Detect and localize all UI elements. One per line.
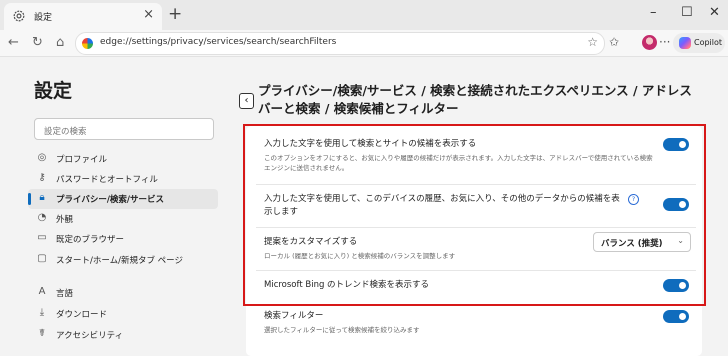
copilot-logo-icon	[679, 37, 691, 49]
lock-icon: 🔒︎	[39, 192, 45, 203]
setting-description: ローカル (履歴とお気に入り) と検索候補のバランスを調整します	[264, 252, 456, 260]
help-icon[interactable]: ?	[628, 194, 639, 205]
sidebar-item-passwords[interactable]: ⚷ パスワードとオートフィル	[28, 169, 218, 189]
settings-title: 設定	[34, 80, 73, 102]
sidebar-item-label: スタート/ホーム/新規タブ ページ	[56, 256, 184, 266]
address-bar[interactable]: edge://settings/privacy/services/search/…	[75, 32, 605, 55]
sidebar-item-profile[interactable]: ◎ プロファイル	[28, 149, 218, 169]
settings-search-input[interactable]	[42, 122, 206, 142]
sidebar-item-label: プロファイル	[56, 155, 108, 165]
tab-title: 設定	[34, 13, 53, 23]
settings-search-box[interactable]	[34, 118, 214, 142]
sidebar-item-start-home[interactable]: ▢ スタート/ホーム/新規タブ ページ	[28, 250, 218, 270]
home-nav-icon[interactable]: ⌂	[56, 35, 64, 50]
toggle-bing-trending[interactable]	[663, 279, 689, 292]
browser-toolbar: ← ↻ ⌂ edge://settings/privacy/services/s…	[0, 30, 728, 57]
row-divider	[256, 227, 696, 228]
page-title: プライバシー/検索/サービス / 検索と接続されたエクスペリエンス / アドレス…	[258, 83, 692, 116]
toggle-search-filters[interactable]	[663, 310, 689, 323]
url-text[interactable]: edge://settings/privacy/services/search/…	[100, 37, 336, 47]
sidebar-item-label: 外観	[56, 215, 74, 225]
home-icon: ▢	[37, 253, 47, 264]
title-bar: 設定 × + – ☐ ✕	[0, 0, 728, 30]
profile-avatar-icon[interactable]	[642, 35, 657, 50]
select-value: バランス (推奨)	[601, 239, 663, 249]
browser-tab[interactable]: 設定 ×	[4, 3, 162, 30]
setting-title: 検索フィルター	[264, 311, 324, 321]
sidebar-item-label: 既定のブラウザー	[56, 235, 125, 245]
more-menu-icon[interactable]: ···	[659, 35, 670, 49]
close-tab-icon[interactable]: ×	[143, 7, 154, 22]
sidebar-item-label: アクセシビリティ	[56, 331, 124, 341]
copilot-label: Copilot	[694, 38, 723, 47]
setting-row-bing-trending: Microsoft Bing のトレンド検索を表示する	[264, 279, 694, 292]
refresh-icon[interactable]: ↻	[32, 35, 43, 50]
appearance-icon: ◔	[37, 212, 47, 223]
chevron-down-icon: ⌄	[677, 236, 684, 245]
browser-icon: ▭	[37, 232, 47, 243]
back-button[interactable]: ‹	[239, 93, 254, 109]
settings-sidebar: 設定 ◎ プロファイル ⚷ パスワードとオートフィル 🔒︎ プライバシー/検索/…	[20, 56, 218, 352]
minimize-button[interactable]: –	[650, 5, 657, 20]
sidebar-item-label: 言語	[56, 289, 74, 299]
profile-icon: ◎	[37, 152, 47, 163]
new-tab-button[interactable]: +	[168, 4, 182, 24]
setting-title: 入力した文字を使用して、このデバイスの履歴、お気に入り、その他のデータからの候補…	[264, 194, 620, 217]
settings-gear-icon	[13, 10, 25, 22]
row-divider	[256, 184, 696, 185]
row-divider	[256, 270, 696, 271]
favorites-icon[interactable]: ✩	[609, 35, 619, 49]
accessibility-icon: ☤	[38, 328, 46, 339]
edge-icon	[82, 38, 93, 49]
sidebar-item-downloads[interactable]: ⤓ ダウンロード	[28, 304, 218, 324]
close-window-button[interactable]: ✕	[709, 5, 720, 20]
copilot-button[interactable]: Copilot	[673, 33, 725, 53]
sidebar-item-label: パスワードとオートフィル	[56, 175, 158, 185]
download-icon: ⤓	[39, 307, 45, 318]
setting-row-device-history-suggestions: 入力した文字を使用して、このデバイスの履歴、お気に入り、その他のデータからの候補…	[264, 193, 624, 219]
sidebar-item-appearance[interactable]: ◔ 外観	[28, 209, 218, 229]
setting-row-search-suggestions: 入力した文字を使用して検索とサイトの候補を表示する このオプションをオフにすると…	[264, 138, 694, 173]
suggestion-balance-select[interactable]: バランス (推奨) ⌄	[593, 232, 691, 252]
sidebar-item-privacy[interactable]: 🔒︎ プライバシー/検索/サービス	[28, 189, 218, 209]
sidebar-item-default-browser[interactable]: ▭ 既定のブラウザー	[28, 229, 218, 249]
sidebar-item-accessibility[interactable]: ☤ アクセシビリティ	[28, 325, 218, 345]
setting-title: Microsoft Bing のトレンド検索を表示する	[264, 280, 430, 290]
back-nav-icon[interactable]: ←	[8, 35, 19, 50]
setting-description: 選択したフィルターに従って検索候補を絞り込みます	[264, 326, 420, 334]
key-icon: ⚷	[38, 172, 46, 183]
maximize-button[interactable]: ☐	[681, 5, 693, 20]
toggle-search-suggestions[interactable]	[663, 138, 689, 151]
sidebar-item-label: プライバシー/検索/サービス	[56, 195, 165, 205]
setting-row-search-filters: 検索フィルター 選択したフィルターに従って検索候補を絞り込みます	[264, 310, 694, 335]
setting-description: このオプションをオフにすると、お気に入りや履歴の候補だけが表示されます。入力した…	[264, 154, 653, 172]
language-icon: A	[38, 286, 46, 297]
toggle-device-history-suggestions[interactable]	[663, 198, 689, 211]
setting-title: 入力した文字を使用して検索とサイトの候補を表示する	[264, 139, 477, 149]
sidebar-item-languages[interactable]: A 言語	[28, 283, 218, 303]
sidebar-item-label: ダウンロード	[56, 310, 108, 320]
favorite-star-icon[interactable]: ☆	[587, 35, 598, 49]
